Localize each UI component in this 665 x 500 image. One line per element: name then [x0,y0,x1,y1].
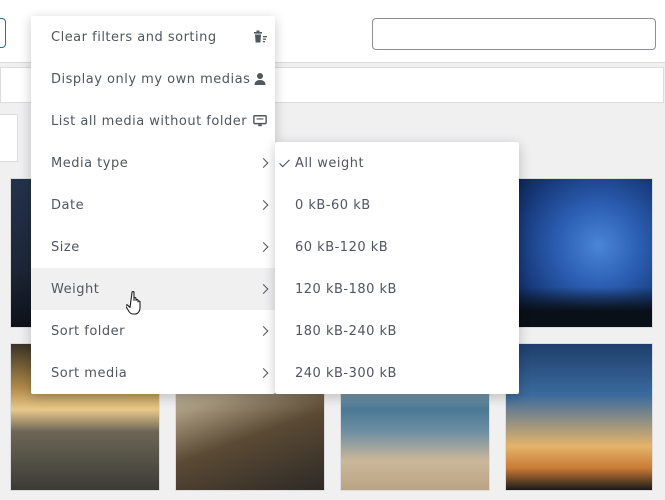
toolbar-button[interactable] [0,18,6,48]
menu-item-sort-folder[interactable]: Sort folder [31,310,275,352]
weight-submenu: All weight 0 kB-60 kB 60 kB-120 kB 120 k… [275,142,519,394]
chevron-right-icon [258,326,269,336]
menu-item-label: Sort media [51,365,128,381]
media-thumbnail-silhouette-dusk[interactable] [505,343,653,491]
weight-option-60-120[interactable]: 60 kB-120 kB [275,226,519,268]
weight-option-label: 0 kB-60 kB [295,197,371,213]
menu-item-date[interactable]: Date [31,184,275,226]
menu-item-label: List all media without folder [51,113,248,129]
weight-option-label: All weight [295,155,365,171]
menu-item-size[interactable]: Size [31,226,275,268]
weight-option-all[interactable]: All weight [275,142,519,184]
weight-option-180-240[interactable]: 180 kB-240 kB [275,310,519,352]
chevron-right-icon [258,200,269,210]
menu-item-label: Sort folder [51,323,126,339]
weight-option-label: 180 kB-240 kB [295,323,397,339]
folder-panel-edge[interactable] [0,114,18,162]
menu-item-weight[interactable]: Weight [31,268,275,310]
filter-menu: Clear filters and sorting Display only m… [31,16,275,394]
trash-filter-icon [253,30,267,44]
menu-item-sort-media[interactable]: Sort media [31,352,275,394]
checkmark-icon [279,156,290,168]
menu-item-label: Media type [51,155,129,171]
search-input[interactable] [372,18,656,50]
menu-item-without-folder[interactable]: List all media without folder [31,100,275,142]
chevron-right-icon [258,368,269,378]
menu-item-label: Date [51,197,85,213]
menu-item-media-type[interactable]: Media type [31,142,275,184]
chevron-right-icon [258,242,269,252]
menu-item-label: Size [51,239,80,255]
hand-pointer-cursor-icon [126,291,141,315]
menu-item-label: Clear filters and sorting [51,29,217,45]
media-thumbnail-star-trails[interactable] [518,178,653,328]
weight-option-0-60[interactable]: 0 kB-60 kB [275,184,519,226]
weight-option-240-300[interactable]: 240 kB-300 kB [275,352,519,394]
weight-option-label: 120 kB-180 kB [295,281,397,297]
menu-item-own-medias[interactable]: Display only my own medias [31,58,275,100]
weight-option-label: 60 kB-120 kB [295,239,389,255]
monitor-list-icon [253,114,267,128]
menu-item-label: Weight [51,281,100,297]
chevron-right-icon [258,158,269,168]
menu-item-clear-filters[interactable]: Clear filters and sorting [31,16,275,58]
chevron-right-icon [258,284,269,294]
menu-item-label: Display only my own medias [51,71,251,87]
weight-option-label: 240 kB-300 kB [295,365,397,381]
weight-option-120-180[interactable]: 120 kB-180 kB [275,268,519,310]
user-icon [253,72,267,86]
